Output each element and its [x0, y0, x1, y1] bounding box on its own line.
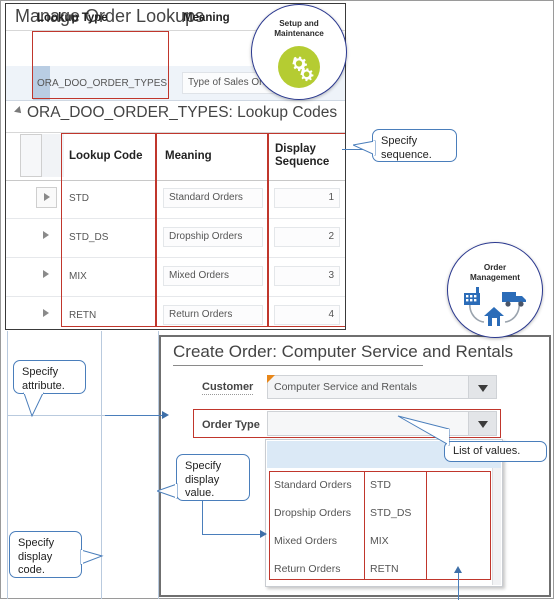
supply-chain-icon: [464, 287, 526, 326]
cell-meaning[interactable]: Standard Orders: [163, 188, 263, 208]
dropdown-item-code[interactable]: STD_DS: [370, 507, 411, 519]
order-mgmt-badge-line1: Order: [483, 263, 507, 272]
dropdown-item-code[interactable]: RETN: [370, 563, 399, 575]
dropdown-item-meaning[interactable]: Return Orders: [274, 563, 341, 575]
row-expander-icon[interactable]: [36, 265, 57, 286]
connector-display-code-arrow: [454, 566, 462, 573]
title-rule: [173, 365, 423, 366]
callout-specify-display-code: Specify display code.: [9, 531, 82, 578]
table-row[interactable]: STD_DS Dropship Orders 2: [6, 218, 345, 258]
guide-line-attribute: [7, 415, 107, 416]
order-management-badge: Order Management: [447, 242, 543, 338]
column-header-lookup-type: Lookup Type: [37, 12, 108, 24]
table-row[interactable]: STD Standard Orders 1: [6, 179, 345, 219]
collapse-triangle-icon[interactable]: [14, 106, 24, 116]
cell-display-sequence[interactable]: 3: [274, 266, 340, 286]
connector-display-code-vert: [458, 571, 460, 600]
order-type-lov-field[interactable]: [267, 411, 497, 436]
column-header-display-sequence: Display Sequence: [275, 143, 330, 168]
callout-display-value-tail: [157, 483, 178, 499]
cell-meaning[interactable]: Mixed Orders: [163, 266, 263, 286]
column-header-code-meaning: Meaning: [165, 150, 212, 162]
gear-icon-circle: [278, 46, 320, 88]
dropdown-item-code[interactable]: STD: [370, 479, 391, 491]
cell-lookup-code: STD: [69, 193, 89, 204]
callout-specify-display-value: Specify display value.: [176, 454, 250, 501]
connector-display-value-arrow: [260, 530, 267, 538]
guide-line-left: [7, 331, 8, 599]
customer-value: Computer Service and Rentals: [274, 381, 417, 393]
dropdown-item-meaning[interactable]: Standard Orders: [274, 479, 352, 491]
callout-list-of-values: List of values.: [444, 441, 547, 462]
order-mgmt-badge-line2: Management: [469, 273, 521, 282]
row-expander-icon[interactable]: [36, 187, 57, 208]
cell-meaning[interactable]: Return Orders: [163, 305, 263, 325]
callout-list-of-values-tail: [397, 415, 450, 446]
row-expander-icon[interactable]: [36, 304, 57, 325]
customer-label: Customer: [202, 381, 254, 395]
column-header-meaning: Meaning: [183, 12, 230, 24]
guide-line-meaning: [158, 331, 159, 599]
cell-lookup-code: RETN: [69, 310, 97, 321]
cell-lookup-code: STD_DS: [69, 232, 109, 243]
gear-icon: [292, 56, 314, 82]
cell-display-sequence[interactable]: 2: [274, 227, 340, 247]
create-order-title: Create Order: Computer Service and Renta…: [173, 342, 514, 361]
setup-badge-line2: Maintenance: [274, 29, 324, 38]
lookup-type-value[interactable]: ORA_DOO_ORDER_TYPES: [37, 78, 167, 89]
dropdown-item-meaning[interactable]: Dropship Orders: [274, 507, 351, 519]
order-type-dropdown-button[interactable]: [468, 412, 496, 435]
callout-attribute-tail: [23, 392, 44, 418]
customer-lov-field[interactable]: Computer Service and Rentals: [267, 375, 497, 399]
callout-specify-attribute: Specify attribute.: [13, 360, 86, 394]
callout-specify-sequence: Specify sequence.: [372, 129, 457, 162]
cell-lookup-code: MIX: [69, 271, 87, 282]
order-type-label: Order Type: [202, 419, 260, 431]
grid-corner-cell: [20, 134, 42, 177]
dropdown-item-code[interactable]: MIX: [370, 535, 389, 547]
table-row[interactable]: RETN Return Orders 4: [6, 296, 345, 329]
truck-icon: [502, 292, 526, 307]
connector-attribute: [105, 415, 163, 417]
column-header-lookup-code: Lookup Code: [69, 150, 143, 162]
customer-dropdown-button[interactable]: [468, 376, 496, 398]
dropdown-item-meaning[interactable]: Mixed Orders: [274, 535, 337, 547]
lookup-codes-section-title: ORA_DOO_ORDER_TYPES: Lookup Codes: [14, 104, 337, 122]
cell-display-sequence[interactable]: 1: [274, 188, 340, 208]
table-row[interactable]: MIX Mixed Orders 3: [6, 257, 345, 297]
dropdown-scrollbar[interactable]: [492, 468, 501, 585]
connector-attribute-arrow: [162, 411, 169, 419]
factory-icon: [464, 287, 480, 305]
cell-meaning[interactable]: Dropship Orders: [163, 227, 263, 247]
connector-display-value-horiz: [202, 534, 262, 536]
callout-display-code-tail: [80, 549, 104, 565]
house-icon: [484, 307, 504, 326]
setup-and-maintenance-badge: Setup and Maintenance: [251, 4, 347, 100]
screenshot-root: Manage Order Lookups Lookup Type Meaning…: [0, 0, 554, 600]
callout-sequence-tail: [353, 140, 376, 156]
grid-corner-cell-2: [42, 134, 64, 177]
setup-badge-line1: Setup and: [279, 19, 319, 28]
cell-display-sequence[interactable]: 4: [274, 305, 340, 325]
row-expander-icon[interactable]: [36, 226, 57, 247]
required-field-flag-icon: [267, 375, 275, 383]
